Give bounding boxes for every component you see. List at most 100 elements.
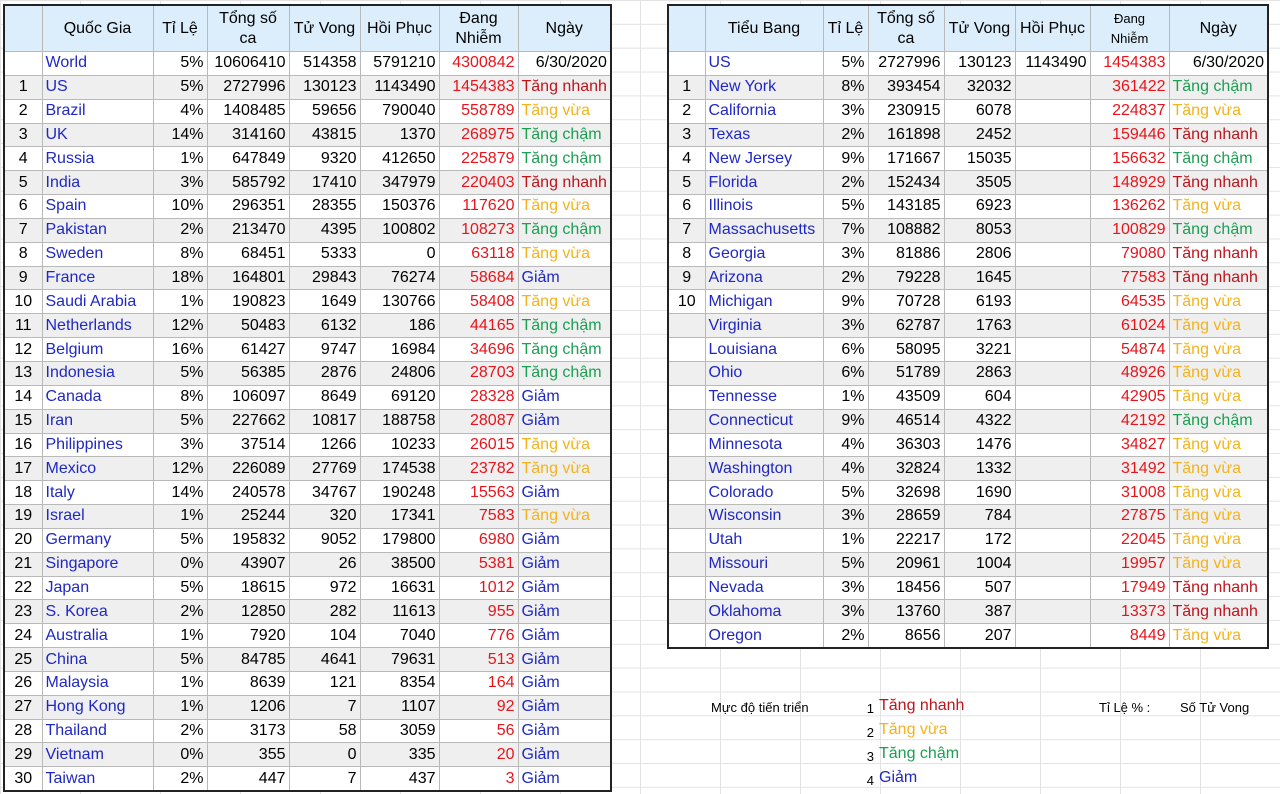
- row-recovered[interactable]: 0: [359, 241, 440, 267]
- row-active[interactable]: 3: [438, 766, 519, 792]
- row-name[interactable]: Wisconsin: [704, 504, 824, 529]
- row-recovered[interactable]: [1014, 241, 1091, 267]
- row-index[interactable]: 22: [3, 575, 43, 601]
- row-index[interactable]: [667, 360, 706, 386]
- row-trend[interactable]: Giảm: [517, 670, 612, 696]
- row-name[interactable]: Germany: [41, 527, 154, 553]
- row-index[interactable]: [667, 313, 706, 339]
- row-name[interactable]: Tennesse: [704, 384, 824, 410]
- row-rate[interactable]: 4%: [822, 432, 869, 458]
- row-deaths[interactable]: 5333: [288, 241, 361, 267]
- row-index[interactable]: 23: [3, 599, 43, 625]
- row-name[interactable]: Philippines: [41, 432, 154, 458]
- row-trend[interactable]: Tăng vừa: [517, 432, 612, 458]
- row-name[interactable]: Belgium: [41, 337, 154, 362]
- row-rate[interactable]: 8%: [822, 74, 869, 100]
- row-name[interactable]: Washington: [704, 456, 824, 482]
- row-name[interactable]: Virginia: [704, 313, 824, 339]
- row-trend[interactable]: Tăng vừa: [517, 194, 612, 219]
- row-total[interactable]: 230915: [867, 98, 945, 124]
- row-trend[interactable]: Giảm: [517, 480, 612, 506]
- row-index[interactable]: 5: [667, 170, 706, 196]
- row-index[interactable]: 28: [3, 718, 43, 744]
- row-index[interactable]: 1: [3, 74, 43, 100]
- row-total[interactable]: 18615: [206, 575, 290, 601]
- row-rate[interactable]: 1%: [822, 527, 869, 553]
- row-rate[interactable]: 5%: [152, 74, 208, 100]
- row-rate[interactable]: 4%: [152, 98, 208, 124]
- row-recovered[interactable]: 11613: [359, 599, 440, 625]
- row-deaths[interactable]: 43815: [288, 122, 361, 148]
- row-index[interactable]: 25: [3, 647, 43, 672]
- us-recovered[interactable]: 1143490: [1014, 51, 1091, 76]
- row-recovered[interactable]: [1014, 146, 1091, 172]
- row-total[interactable]: 46514: [867, 408, 945, 434]
- row-rate[interactable]: 3%: [152, 170, 208, 196]
- row-recovered[interactable]: [1014, 122, 1091, 148]
- row-deaths[interactable]: 104: [288, 623, 361, 649]
- row-recovered[interactable]: [1014, 575, 1091, 601]
- row-index[interactable]: [667, 432, 706, 458]
- row-rate[interactable]: 5%: [152, 647, 208, 672]
- row-recovered[interactable]: [1014, 623, 1091, 649]
- row-active[interactable]: 776: [438, 623, 519, 649]
- row-index[interactable]: 9: [667, 265, 706, 291]
- row-active[interactable]: 558789: [438, 98, 519, 124]
- row-name[interactable]: Michigan: [704, 289, 824, 315]
- row-active[interactable]: 17949: [1089, 575, 1170, 601]
- row-trend[interactable]: Giảm: [517, 527, 612, 553]
- row-total[interactable]: 20961: [867, 551, 945, 577]
- row-active[interactable]: 54874: [1089, 337, 1170, 362]
- row-recovered[interactable]: [1014, 384, 1091, 410]
- row-deaths[interactable]: 3505: [943, 170, 1016, 196]
- row-name[interactable]: Brazil: [41, 98, 154, 124]
- row-name[interactable]: Saudi Arabia: [41, 289, 154, 315]
- row-active[interactable]: 6980: [438, 527, 519, 553]
- row-name[interactable]: Canada: [41, 384, 154, 410]
- row-active[interactable]: 79080: [1089, 241, 1170, 267]
- row-trend[interactable]: Tăng nhanh: [1168, 575, 1269, 601]
- row-active[interactable]: 56: [438, 718, 519, 744]
- row-total[interactable]: 171667: [867, 146, 945, 172]
- row-total[interactable]: 164801: [206, 265, 290, 291]
- row-total[interactable]: 152434: [867, 170, 945, 196]
- row-rate[interactable]: 0%: [152, 551, 208, 577]
- us-total[interactable]: 2727996: [867, 51, 945, 76]
- row-active[interactable]: 148929: [1089, 170, 1170, 196]
- header-recovered[interactable]: Hồi Phục: [1014, 4, 1091, 52]
- row-total[interactable]: 393454: [867, 74, 945, 100]
- row-name[interactable]: Netherlands: [41, 313, 154, 339]
- row-trend[interactable]: Tăng nhanh: [1168, 122, 1269, 148]
- row-name[interactable]: New York: [704, 74, 824, 100]
- row-recovered[interactable]: [1014, 265, 1091, 291]
- row-name[interactable]: Iran: [41, 408, 154, 434]
- row-index[interactable]: 9: [3, 265, 43, 291]
- row-rate[interactable]: 12%: [152, 456, 208, 482]
- row-total[interactable]: 18456: [867, 575, 945, 601]
- row-active[interactable]: 26015: [438, 432, 519, 458]
- row-total[interactable]: 32698: [867, 480, 945, 506]
- row-rate[interactable]: 1%: [152, 670, 208, 696]
- row-active[interactable]: 27875: [1089, 504, 1170, 529]
- row-recovered[interactable]: 179800: [359, 527, 440, 553]
- us-deaths[interactable]: 130123: [943, 51, 1016, 76]
- row-rate[interactable]: 2%: [152, 718, 208, 744]
- row-active[interactable]: 224837: [1089, 98, 1170, 124]
- row-rate[interactable]: 16%: [152, 337, 208, 362]
- row-deaths[interactable]: 4322: [943, 408, 1016, 434]
- row-trend[interactable]: Tăng nhanh: [1168, 599, 1269, 625]
- row-active[interactable]: 77583: [1089, 265, 1170, 291]
- world-active[interactable]: 4300842: [438, 51, 519, 76]
- row-index[interactable]: 27: [3, 694, 43, 720]
- row-recovered[interactable]: 79631: [359, 647, 440, 672]
- row-deaths[interactable]: 784: [943, 504, 1016, 529]
- row-recovered[interactable]: 186: [359, 313, 440, 339]
- header-total-cases[interactable]: Tổng số ca: [206, 4, 290, 52]
- row-index[interactable]: [667, 551, 706, 577]
- row-active[interactable]: 220403: [438, 170, 519, 196]
- row-recovered[interactable]: 335: [359, 742, 440, 768]
- row-recovered[interactable]: [1014, 217, 1091, 243]
- row-rate[interactable]: 14%: [152, 122, 208, 148]
- row-total[interactable]: 108882: [867, 217, 945, 243]
- row-index[interactable]: 13: [3, 360, 43, 386]
